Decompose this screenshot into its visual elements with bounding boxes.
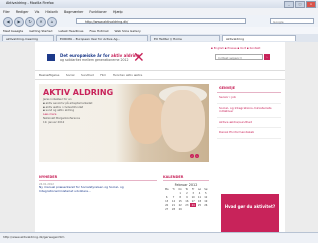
bookmark-getting-started[interactable]: Getting Started bbox=[29, 29, 52, 33]
bookmark-most-visited[interactable]: Mest besøgte bbox=[3, 29, 23, 33]
tab-1[interactable]: aktivaldring-mesmög bbox=[2, 35, 54, 41]
calendar-heading: KALENDER bbox=[163, 175, 209, 181]
menu-history[interactable]: Historik bbox=[45, 10, 58, 14]
site-subheadline: og solidaritet mellem generationerne 201… bbox=[60, 58, 129, 62]
menu-bookmarks[interactable]: Bogmærker bbox=[64, 10, 83, 14]
page-viewport: Det europæiske år for aktiv aldring og s… bbox=[0, 42, 318, 232]
forward-icon[interactable]: ▶ bbox=[14, 17, 24, 27]
window-controls: _ □ x bbox=[283, 1, 316, 8]
tab-active[interactable]: Aktivaldring bbox=[222, 35, 296, 41]
promo-box[interactable]: Hvad gør du aktivitet? bbox=[221, 194, 279, 232]
hero-title: AKTIV ALDRING bbox=[43, 88, 114, 97]
cal-day[interactable] bbox=[203, 207, 209, 211]
site-search-input[interactable]: Indtast søgeord bbox=[215, 54, 263, 60]
menu-file[interactable]: Filer bbox=[3, 10, 10, 14]
close-button[interactable]: x bbox=[306, 1, 316, 8]
carousel-prev-icon[interactable]: ‹ bbox=[190, 154, 194, 158]
ay-logo-icon: ✕ bbox=[133, 50, 145, 66]
status-url: http://www.aktivaldring.dk/gerwegel.htm bbox=[3, 235, 65, 239]
hero-text: Jeres indsatser for en ▪ aktiv seniorliv… bbox=[43, 97, 92, 125]
calendar-section: KALENDER Februar 2012 Ma Ti On To Fr Lø Sø 123… bbox=[163, 175, 209, 211]
menu-view[interactable]: Vis bbox=[35, 10, 40, 14]
menu-edit[interactable]: Rediger bbox=[16, 10, 29, 14]
site-nav-social[interactable]: Social bbox=[66, 73, 75, 77]
back-icon[interactable]: ◀ bbox=[3, 17, 13, 27]
eu-flag-icon bbox=[47, 54, 55, 61]
menu-tools[interactable]: Funktioner bbox=[89, 10, 107, 14]
top-links[interactable]: ▪ English ▪ Presse ▪ Kort ▪ Kontakt bbox=[211, 46, 260, 50]
shortcuts-sidebar: GENVEJE Senior i job Social- og Integrat… bbox=[217, 84, 281, 139]
shortcuts-heading: GENVEJE bbox=[217, 84, 281, 93]
tab-3[interactable]: EU Twitter // Home bbox=[150, 35, 220, 41]
news-heading: NYHEDER bbox=[39, 175, 157, 181]
cal-day[interactable]: 29 bbox=[177, 207, 184, 211]
site-nav-how[interactable]: Hvordan aktiv ældre bbox=[113, 73, 143, 77]
shortcut-eu-presidency[interactable]: Dansk EU-formandskab bbox=[217, 128, 281, 139]
home-icon[interactable]: ⌂ bbox=[47, 17, 57, 27]
menu-help[interactable]: Hjælp bbox=[113, 10, 123, 14]
cal-day[interactable]: 27 bbox=[163, 207, 170, 211]
site-nav-health[interactable]: Sundhed bbox=[81, 73, 94, 77]
news-link[interactable]: Ny manual præsenteret for Socialstyrelse… bbox=[39, 185, 157, 194]
shortcut-ministry[interactable]: Social- og Integrations-ministeriets ini… bbox=[217, 104, 281, 118]
calendar-grid: Ma Ti On To Fr Lø Sø 12345 6 7 8 9 10 11 12 13 14 15 16… bbox=[163, 187, 209, 211]
news-section: NYHEDER 24.01.2012 Ny manual præsenteret… bbox=[39, 175, 157, 194]
site-search-button[interactable]: › bbox=[264, 54, 270, 60]
hero-banner[interactable]: AKTIV ALDRING Jeres indsatser for en ▪ a… bbox=[39, 84, 209, 162]
hero-photo-face-2 bbox=[161, 90, 205, 152]
bookmark-free-hotmail[interactable]: Free Hotmail bbox=[90, 29, 109, 33]
reload-icon[interactable]: ↻ bbox=[25, 17, 35, 27]
site-nav-employment[interactable]: Beskæftigelse bbox=[39, 73, 59, 77]
shortcut-senior-job[interactable]: Senior i job bbox=[217, 93, 281, 104]
bookmark-latest-headlines[interactable]: Latest Headlines bbox=[58, 29, 83, 33]
site-nav: Beskæftigelse Social Sundhed Film Hvorda… bbox=[35, 70, 285, 80]
hero-line: 19. januar 2012 bbox=[43, 119, 65, 124]
site-nav-film[interactable]: Film bbox=[100, 73, 106, 77]
browser-search-input[interactable]: Google bbox=[270, 17, 314, 24]
carousel-controls: ‹ › bbox=[189, 154, 199, 158]
hero-photo-face-1 bbox=[129, 94, 165, 144]
minimize-button[interactable]: _ bbox=[284, 1, 294, 8]
window-title: Aktivaldring - Mozilla Firefox bbox=[6, 1, 54, 5]
bookmark-web-slice-gallery[interactable]: Web Slice Gallery bbox=[115, 29, 141, 33]
shortcut-health[interactable]: Aktive ældre/sundhed bbox=[217, 118, 281, 129]
carousel-next-icon[interactable]: › bbox=[195, 154, 199, 158]
address-bar[interactable]: http://www.aktivaldring.dk/ bbox=[76, 17, 246, 24]
tab-2[interactable]: EUROPA – European Year for Active Ag... bbox=[56, 35, 148, 41]
site-content: Det europæiske år for aktiv aldring og s… bbox=[35, 42, 285, 232]
stop-icon[interactable]: ✕ bbox=[36, 17, 46, 27]
maximize-button[interactable]: □ bbox=[295, 1, 305, 8]
status-bar: http://www.aktivaldring.dk/gerwegel.htm bbox=[0, 232, 318, 243]
